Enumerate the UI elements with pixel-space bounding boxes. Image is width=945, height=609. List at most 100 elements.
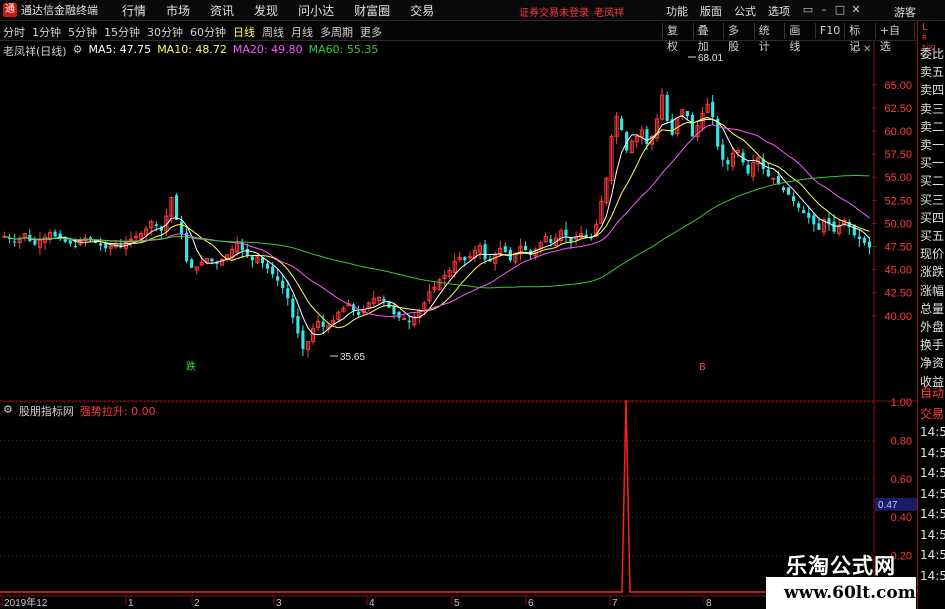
watermark-url: www.60lt.com [784,583,916,603]
ma10-line [4,116,870,329]
diamond-icon: ◇ [852,44,860,55]
candle-body [73,246,77,248]
watermark-title: 乐淘公式网 [786,554,896,578]
auto-trade-label[interactable]: 交易 [920,405,944,422]
price-tick-label: 52.50 [884,195,912,207]
ma5-line [4,115,870,336]
ma20-label: MA20: 49.80 [232,43,303,56]
quote-row: 买四 [920,210,945,225]
price-axis: 65.00 62.50 60.00 57.50 55.00 52.50 50.00 47.50… [872,80,912,323]
candle-body [812,215,816,225]
candle-body [483,244,487,260]
quote-row: 卖二 [920,119,945,134]
candle-body [392,306,396,314]
candle-body [862,237,866,243]
candle-body [564,229,568,236]
candle-body [797,203,801,208]
date-tick-label: 8 [706,598,712,609]
price-tick-label: 42.50 [884,288,912,300]
current-value-text: 0.47 [878,500,898,511]
candle-body [53,231,57,237]
indicator-legend: ⚙ 股朋指标网 强势拉升: 0.00 [3,403,162,419]
price-tick-label: 47.50 [884,242,912,254]
candle-body [620,118,624,131]
moving-average-lines [4,115,870,336]
auto-trade-label[interactable]: 自动 [920,384,944,401]
high-label: 68.01 [698,53,723,64]
ma60-label: MA60: 55.35 [308,43,379,56]
tick-time: 14:56 [920,548,945,562]
indicator-settings-icon[interactable]: ⚙ [3,403,13,419]
quote-row: 买三 [920,192,945,207]
chart-markers: 68.01 35.65 跌 B ◇ ✕ [186,44,871,373]
candle-body [463,257,467,261]
candle-body [771,177,776,180]
candle-body [357,311,361,315]
candle-body [645,129,649,144]
indicator-tick-label: 0.60 [891,474,912,486]
quote-row: 现价 [920,247,945,262]
candle-body [802,209,806,214]
candle-body [382,298,386,302]
tick-time: 14:56 [920,486,945,501]
date-tick-label: 2019年12 [4,596,48,609]
quote-row: 买五 [920,229,945,243]
candle-body [781,187,786,191]
quote-row: 涨幅 [920,283,945,298]
price-tick-label: 57.50 [884,149,912,161]
panel-close-icon: ✕ [863,44,871,55]
price-tick-label: 45.00 [884,265,912,277]
candle-body [766,169,770,177]
date-tick-label: 2 [194,598,200,609]
settings-icon[interactable]: ⚙ [73,43,83,59]
main-legend-title: 老凤祥(日线) [3,45,67,58]
candle-body [711,101,715,118]
candle-body [549,239,553,243]
candle-body [321,321,325,327]
tick-time: 14:56 [920,425,945,439]
candle-body [807,212,811,218]
candle-body [721,144,725,160]
candle-body [690,114,695,137]
candle-body [665,94,669,121]
quote-row: 涨跌 [920,265,945,280]
date-tick-label: 4 [369,598,375,609]
indicator-series [0,399,874,593]
main-legend: 老凤祥(日线) ⚙ MA5: 47.75 MA10: 48.72 MA20: 4… [3,43,384,59]
date-tick-label: 6 [528,598,534,609]
quote-panel: L R 500 委比 卖五 卖四 卖三 卖二 卖一 买一 买二 买三 买四 买五 现价 涨跌 涨幅 总量 外盘… [917,21,945,609]
candle-body [190,259,194,268]
ma5-label: MA5: 47.75 [88,43,152,56]
ma10-label: MA10: 48.72 [157,43,227,56]
candle-body [63,238,67,242]
candle-body [817,223,821,230]
candle-body [99,243,103,246]
price-tick-label: 40.00 [884,311,912,323]
date-tick-label: 1 [128,598,134,609]
candlesticks [2,87,872,358]
candle-body [574,237,579,240]
quote-row: 净资 [920,356,945,371]
quote-row: 卖三 [920,101,945,116]
candle-body [245,249,249,256]
candle-body [685,110,689,117]
candle-body [281,280,285,289]
price-tick-label: 60.00 [884,126,912,138]
tick-time: 14:56 [920,466,945,480]
candle-body [291,298,295,318]
candle-body [786,187,791,195]
ma20-line [4,124,870,318]
quote-row: 买二 [920,174,945,189]
indicator-tick-label: 0.40 [891,512,912,524]
quote-row: 外盘 [920,320,945,334]
candle-body [210,258,214,262]
candle-body [13,241,17,243]
date-tick-label: 3 [276,598,282,609]
candle-body [407,320,411,323]
indicator-tick-label: 0.80 [891,435,912,447]
candle-body [726,160,730,165]
buy-marker: B [699,362,706,373]
kline-chart[interactable]: 65.00 62.50 60.00 57.50 55.00 52.50 50.00 47.50… [0,0,917,609]
candle-body [301,330,305,350]
indicator-spike-line [0,399,874,593]
